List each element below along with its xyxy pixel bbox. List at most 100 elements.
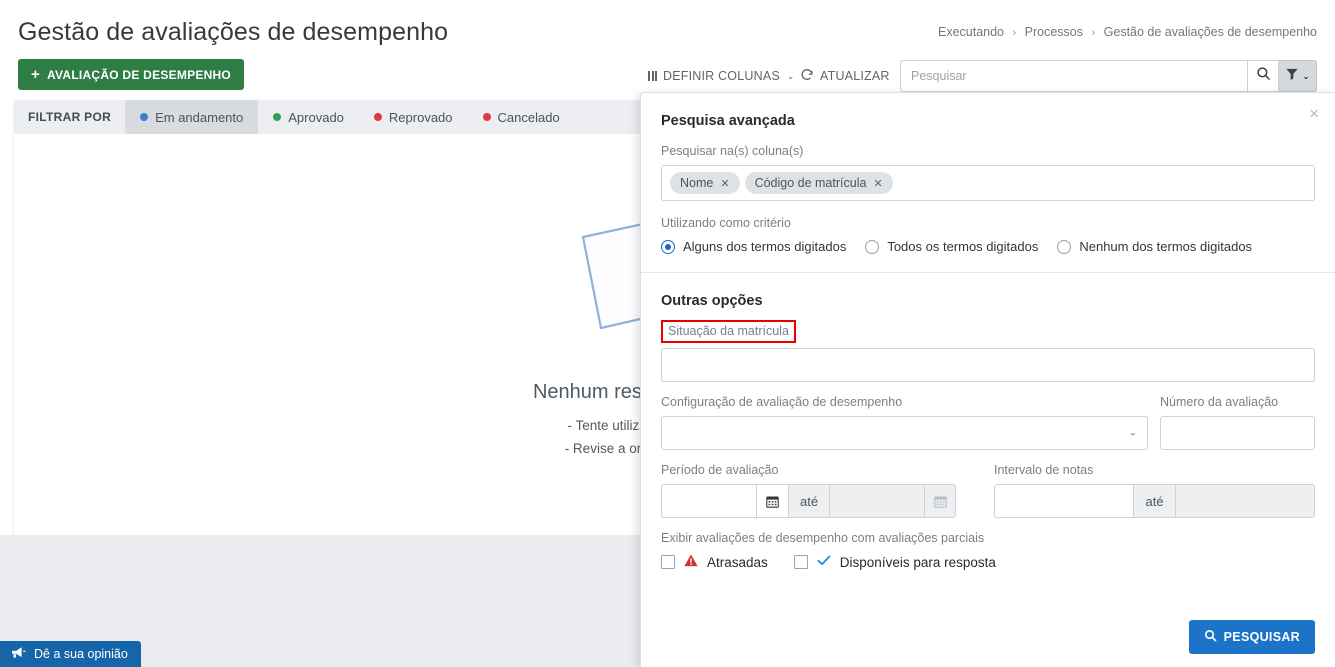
config-select-wrap: ⌄ xyxy=(661,416,1148,450)
plus-icon: + xyxy=(31,66,41,83)
periodo-intervalo-row: Período de avaliação até Intervalo de no… xyxy=(661,450,1316,518)
breadcrumb-item-current: Gestão de avaliações de desempenho xyxy=(1103,25,1317,39)
criteria-field-label: Utilizando como critério xyxy=(661,216,791,230)
refresh-label: ATUALIZAR xyxy=(820,69,890,83)
search-submit-button[interactable] xyxy=(1247,60,1279,92)
criteria-radio-group: Alguns dos termos digitados Todos os ter… xyxy=(661,239,1315,272)
periodo-range-group: até xyxy=(661,484,982,518)
radio-label: Nenhum dos termos digitados xyxy=(1079,239,1253,254)
columns-icon xyxy=(648,71,657,81)
advanced-search-top-section: Pesquisa avançada Pesquisar na(s) coluna… xyxy=(641,93,1335,272)
status-dot-icon xyxy=(140,113,149,121)
checkbox-atrasadas[interactable]: Atrasadas xyxy=(661,554,768,570)
toolbar: DEFINIR COLUNAS ⌄ ATUALIZAR Pesquisar ⌄ xyxy=(640,60,1317,92)
refresh-icon xyxy=(800,68,814,85)
periodo-field-label: Período de avaliação xyxy=(661,463,779,477)
add-evaluation-label: AVALIAÇÃO DE DESEMPENHO xyxy=(47,67,232,82)
radio-label: Alguns dos termos digitados xyxy=(683,239,847,254)
filter-chip-label: Cancelado xyxy=(497,109,560,125)
advanced-search-other-options: Outras opções Situação da matrícula Conf… xyxy=(641,273,1335,570)
calendar-icon-end[interactable] xyxy=(924,484,957,518)
remove-chip-icon[interactable]: ✕ xyxy=(720,177,729,190)
situacao-matricula-highlight: Situação da matrícula xyxy=(661,320,796,343)
column-chip-codigo-matricula[interactable]: Código de matrícula ✕ xyxy=(744,172,893,194)
add-evaluation-button[interactable]: + AVALIAÇÃO DE DESEMPENHO xyxy=(18,59,245,90)
radio-label: Todos os termos digitados xyxy=(887,239,1039,254)
search-input[interactable] xyxy=(900,60,1247,92)
periodo-end-input[interactable] xyxy=(829,484,925,518)
situacao-matricula-input[interactable] xyxy=(661,348,1315,382)
radio-indicator xyxy=(1057,239,1072,254)
feedback-tab[interactable]: Dê a sua opinião xyxy=(0,641,141,667)
remove-chip-icon[interactable]: ✕ xyxy=(873,177,882,190)
advanced-filter-toggle[interactable]: ⌄ xyxy=(1279,60,1317,92)
intervalo-end-input[interactable] xyxy=(1174,484,1316,518)
filter-chip-label: Aprovado xyxy=(288,109,344,125)
intervalo-field-group: Intervalo de notas até xyxy=(994,450,1316,518)
warning-triangle-icon xyxy=(684,554,698,570)
checkbox-disponiveis-para-resposta[interactable]: Disponíveis para resposta xyxy=(793,554,996,570)
config-select[interactable] xyxy=(661,416,1148,450)
refresh-button[interactable]: ATUALIZAR xyxy=(800,60,890,92)
intervalo-range-group: até xyxy=(994,484,1316,518)
numero-avaliacao-input[interactable] xyxy=(1160,416,1315,450)
search-icon xyxy=(1204,629,1217,645)
status-dot-icon xyxy=(273,113,282,121)
periodo-until-label: até xyxy=(788,484,830,518)
periodo-field-group: Período de avaliação até xyxy=(661,450,982,518)
search-group: ⌄ xyxy=(900,60,1317,92)
close-icon[interactable]: × xyxy=(1309,105,1319,122)
status-dot-icon xyxy=(482,113,491,121)
column-chip-nome[interactable]: Nome ✕ xyxy=(670,172,740,194)
checkbox-label: Disponíveis para resposta xyxy=(839,554,996,570)
columns-chips-input[interactable]: Nome ✕ Código de matrícula ✕ xyxy=(661,165,1315,201)
filter-bar-label: FILTRAR POR xyxy=(28,110,112,124)
megaphone-icon xyxy=(11,646,26,662)
radio-alguns-dos-termos[interactable]: Alguns dos termos digitados xyxy=(661,239,846,254)
filter-chip-em-andamento[interactable]: Em andamento xyxy=(125,100,259,134)
define-columns-button[interactable]: DEFINIR COLUNAS ⌄ xyxy=(648,60,795,92)
columns-field-label: Pesquisar na(s) coluna(s) xyxy=(661,144,804,158)
filter-chip-label: Reprovado xyxy=(388,109,453,125)
radio-nenhum-dos-termos[interactable]: Nenhum dos termos digitados xyxy=(1057,239,1252,254)
checkbox-label: Atrasadas xyxy=(707,554,768,570)
column-chip-label: Nome xyxy=(680,176,714,190)
checkbox-indicator xyxy=(793,555,808,569)
breadcrumb-item-processos[interactable]: Processos xyxy=(1025,25,1083,39)
config-numero-row: Configuração de avaliação de desempenho … xyxy=(661,382,1315,450)
feedback-label: Dê a sua opinião xyxy=(34,647,128,661)
filter-chip-label: Em andamento xyxy=(155,109,244,125)
breadcrumb-separator: › xyxy=(1012,27,1017,39)
other-options-title: Outras opções xyxy=(661,293,763,309)
radio-todos-os-termos[interactable]: Todos os termos digitados xyxy=(865,239,1038,254)
search-icon xyxy=(1256,66,1271,86)
advanced-search-title: Pesquisa avançada xyxy=(661,113,795,129)
situacao-matricula-label: Situação da matrícula xyxy=(668,324,789,338)
numero-field-label: Número da avaliação xyxy=(1160,395,1279,409)
filter-funnel-icon xyxy=(1285,67,1299,86)
config-field-label: Configuração de avaliação de desempenho xyxy=(661,395,903,409)
chevron-down-icon: ⌄ xyxy=(1302,70,1310,81)
partials-label: Exibir avaliações de desempenho com aval… xyxy=(661,531,985,545)
partials-checkbox-group: Atrasadas Disponíveis para resposta xyxy=(661,554,1315,570)
page-title: Gestão de avaliações de desempenho xyxy=(18,18,449,46)
numero-field-group: Número da avaliação xyxy=(1160,382,1315,450)
filter-chip-aprovado[interactable]: Aprovado xyxy=(258,100,359,134)
advanced-search-panel: × Pesquisa avançada Pesquisar na(s) colu… xyxy=(640,92,1335,667)
intervalo-start-input[interactable] xyxy=(994,484,1134,518)
radio-indicator xyxy=(865,239,880,254)
breadcrumb-item-executando[interactable]: Executando xyxy=(938,25,1004,39)
filter-chip-cancelado[interactable]: Cancelado xyxy=(468,100,575,134)
check-icon xyxy=(817,554,831,570)
checkbox-indicator xyxy=(661,555,675,569)
periodo-start-input[interactable] xyxy=(661,484,756,518)
calendar-icon-start[interactable] xyxy=(756,484,788,518)
intervalo-until-label: até xyxy=(1133,484,1175,518)
filter-chip-reprovado[interactable]: Reprovado xyxy=(359,100,468,134)
define-columns-label: DEFINIR COLUNAS xyxy=(663,69,780,83)
intervalo-field-label: Intervalo de notas xyxy=(994,463,1094,477)
config-field-group: Configuração de avaliação de desempenho … xyxy=(661,382,1148,450)
breadcrumb: Executando › Processos › Gestão de avali… xyxy=(938,25,1317,39)
column-chip-label: Código de matrícula xyxy=(754,176,867,190)
search-submit-button-panel[interactable]: PESQUISAR xyxy=(1188,620,1315,654)
